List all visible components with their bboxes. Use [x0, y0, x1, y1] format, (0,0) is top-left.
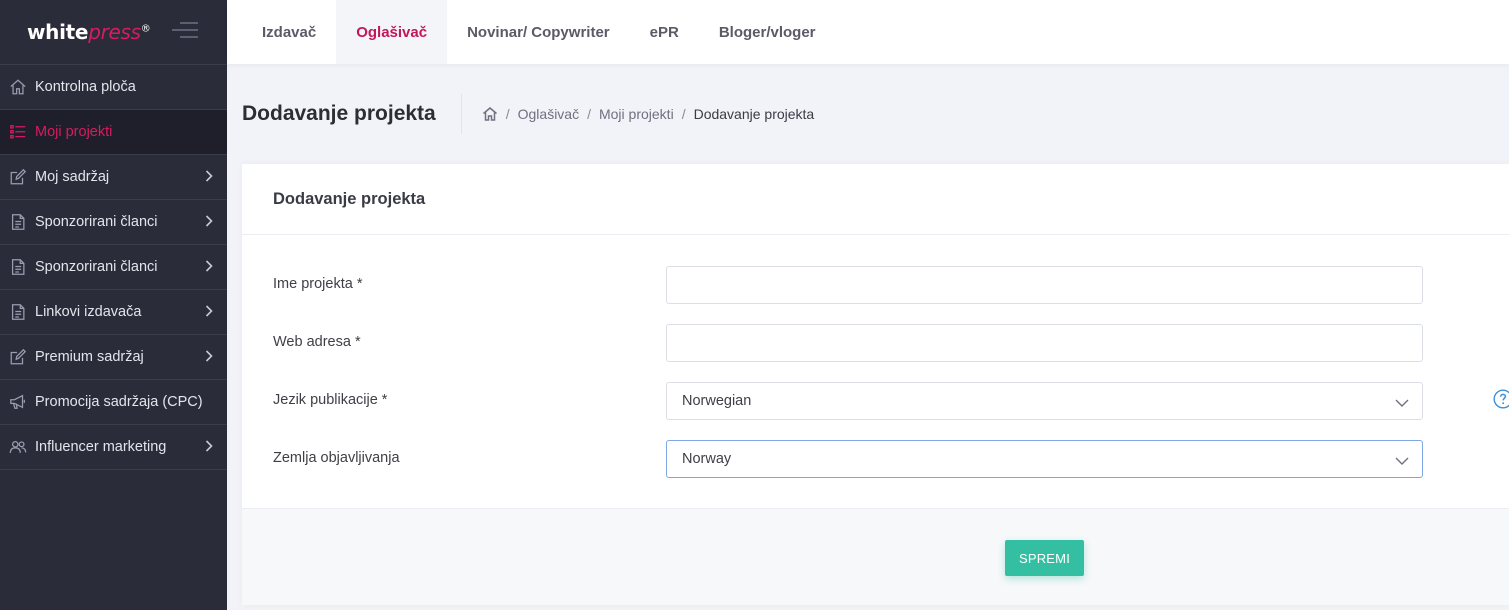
megaphone-icon [8, 392, 28, 412]
web-address-label: Web adresa * [273, 334, 361, 350]
breadcrumb-current: Dodavanje projekta [693, 106, 815, 122]
logo-text-white: white [27, 20, 89, 44]
chevron-right-icon [205, 170, 213, 184]
sidebar-item-label: Premium sadržaj [35, 349, 144, 365]
breadcrumb-separator: / [505, 106, 510, 122]
sidebar-item-premium-content[interactable]: Premium sadržaj [0, 335, 227, 380]
edit-icon [8, 347, 28, 367]
form-row-country: Zemlja objavljivanja Norway [273, 440, 1509, 498]
breadcrumb-separator: / [681, 106, 686, 122]
top-navigation: Izdavač Oglašivač Novinar/ Copywriter eP… [227, 0, 1509, 64]
logo-registered-mark: ® [140, 23, 151, 35]
home-icon[interactable] [482, 106, 498, 122]
sidebar-item-label: Kontrolna ploča [35, 79, 136, 95]
project-name-label: Ime projekta * [273, 276, 363, 292]
breadcrumb-link-my-projects[interactable]: Moji projekti [599, 106, 674, 122]
form-row-web-address: Web adresa * [273, 324, 1509, 382]
save-button[interactable]: SPREMI [1005, 540, 1084, 576]
users-icon [8, 437, 28, 457]
language-selected-value: Norwegian [682, 393, 752, 409]
project-form: Ime projekta * Web adresa * Jezik publik… [242, 235, 1509, 508]
page-title: Dodavanje projekta [242, 94, 462, 134]
whitepress-logo[interactable]: whitepress® [27, 20, 151, 44]
chevron-right-icon [205, 215, 213, 229]
menu-toggle-icon[interactable] [172, 22, 198, 38]
sidebar-item-my-content[interactable]: Moj sadržaj [0, 155, 227, 200]
country-selected-value: Norway [682, 451, 732, 467]
chevron-down-icon [1395, 396, 1409, 412]
sidebar-item-sponsored-articles-2[interactable]: Sponzorirani članci [0, 245, 227, 290]
document-icon [8, 302, 28, 322]
sidebar-item-sponsored-articles[interactable]: Sponzorirani članci [0, 200, 227, 245]
tab-journalist-copywriter[interactable]: Novinar/ Copywriter [447, 0, 630, 64]
logo-text-accent: press [88, 20, 141, 44]
language-select[interactable]: Norwegian [666, 382, 1423, 420]
sidebar-item-content-promotion[interactable]: Promocija sadržaja (CPC) [0, 380, 227, 425]
tab-publisher[interactable]: Izdavač [242, 0, 336, 64]
tab-epr[interactable]: ePR [630, 0, 699, 64]
sidebar-item-dashboard[interactable]: Kontrolna ploča [0, 65, 227, 110]
edit-icon [8, 167, 28, 187]
sidebar-item-label: Linkovi izdavača [35, 304, 142, 320]
chevron-right-icon [205, 260, 213, 274]
language-label: Jezik publikacije * [273, 392, 388, 408]
sidebar-item-my-projects[interactable]: Moji projekti [0, 110, 227, 155]
sidebar-item-label: Promocija sadržaja (CPC) [35, 394, 203, 410]
tab-blogger-vlogger[interactable]: Bloger/vloger [699, 0, 836, 64]
top-bar: Izdavač Oglašivač Novinar/ Copywriter eP… [227, 0, 1509, 64]
card-footer: SPREMI [242, 508, 1509, 605]
list-icon [8, 122, 28, 142]
breadcrumb-separator: / [587, 106, 591, 122]
card-title: Dodavanje projekta [273, 189, 426, 208]
project-name-input[interactable] [666, 266, 1423, 304]
sidebar-item-publisher-links[interactable]: Linkovi izdavača [0, 290, 227, 335]
help-icon[interactable] [1493, 389, 1509, 409]
sidebar-item-label: Sponzorirani članci [35, 214, 158, 230]
sidebar-item-label: Sponzorirani članci [35, 259, 158, 275]
document-icon [8, 212, 28, 232]
chevron-right-icon [205, 305, 213, 319]
subheader: Dodavanje projekta / Oglašivač / Moji pr… [242, 94, 814, 134]
add-project-card: Dodavanje projekta Ime projekta * Web ad… [242, 164, 1509, 605]
document-icon [8, 257, 28, 277]
brand-area: whitepress® [0, 0, 227, 65]
sidebar-item-influencer-marketing[interactable]: Influencer marketing [0, 425, 227, 470]
sidebar-item-label: Moj sadržaj [35, 169, 110, 185]
card-header: Dodavanje projekta [242, 164, 1509, 235]
country-select[interactable]: Norway [666, 440, 1423, 478]
tab-advertiser[interactable]: Oglašivač [336, 0, 448, 64]
form-row-project-name: Ime projekta * [273, 266, 1509, 324]
web-address-input[interactable] [666, 324, 1423, 362]
chevron-right-icon [205, 440, 213, 454]
form-row-language: Jezik publikacije * Norwegian [273, 382, 1509, 440]
breadcrumb: / Oglašivač / Moji projekti / Dodavanje … [462, 106, 814, 122]
breadcrumb-link-advertiser[interactable]: Oglašivač [518, 106, 579, 122]
chevron-right-icon [205, 350, 213, 364]
country-label: Zemlja objavljivanja [273, 450, 400, 466]
home-icon [8, 77, 28, 97]
chevron-down-icon [1395, 454, 1409, 470]
sidebar-item-label: Moji projekti [35, 124, 113, 140]
sidebar: whitepress® Kontrolna ploča Moji projekt… [0, 0, 227, 610]
sidebar-item-label: Influencer marketing [35, 439, 167, 455]
